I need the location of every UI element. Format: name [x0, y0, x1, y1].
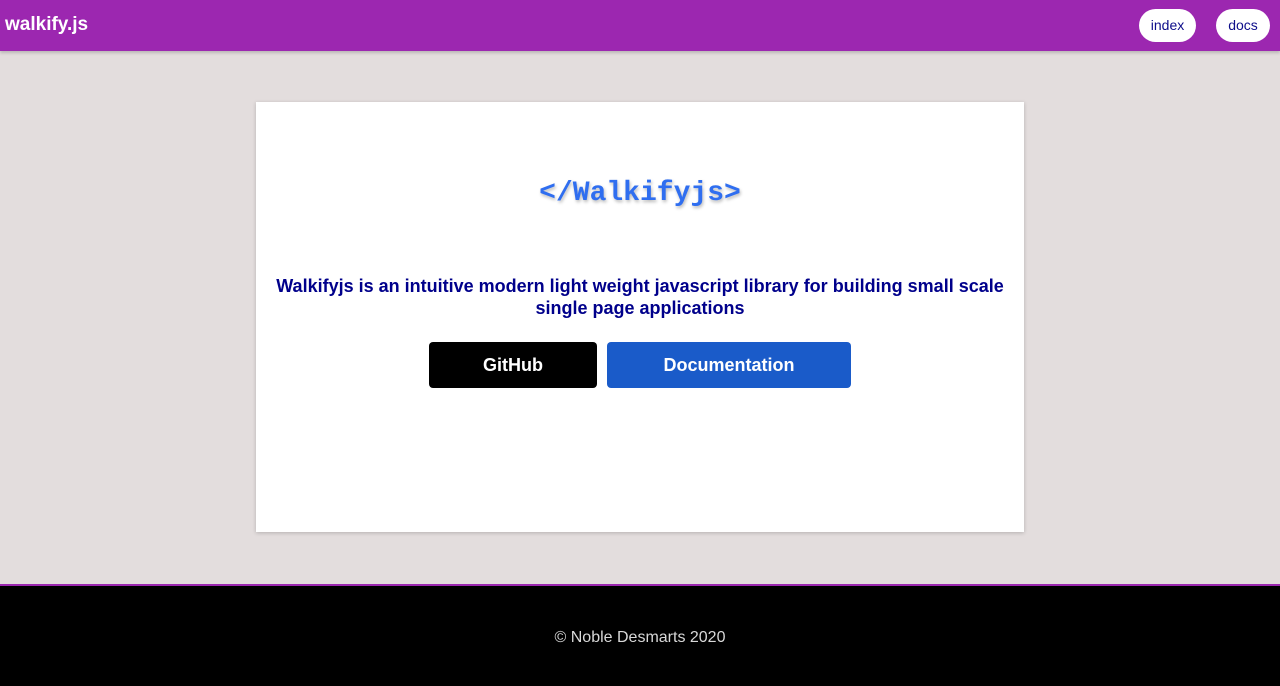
- brand-title[interactable]: walkify.js: [5, 14, 88, 36]
- documentation-button[interactable]: Documentation: [607, 342, 851, 388]
- footer: © Noble Desmarts 2020: [0, 584, 1280, 686]
- tagline: Walkifyjs is an intuitive modern light w…: [276, 276, 1004, 318]
- nav-link-index[interactable]: index: [1139, 9, 1196, 42]
- footer-copyright: © Noble Desmarts 2020: [554, 629, 726, 646]
- logo-text: </Walkifyjs>: [539, 177, 741, 209]
- navbar: walkify.js index docs: [0, 0, 1280, 51]
- nav-link-docs[interactable]: docs: [1216, 9, 1270, 42]
- github-button[interactable]: GitHub: [429, 342, 597, 388]
